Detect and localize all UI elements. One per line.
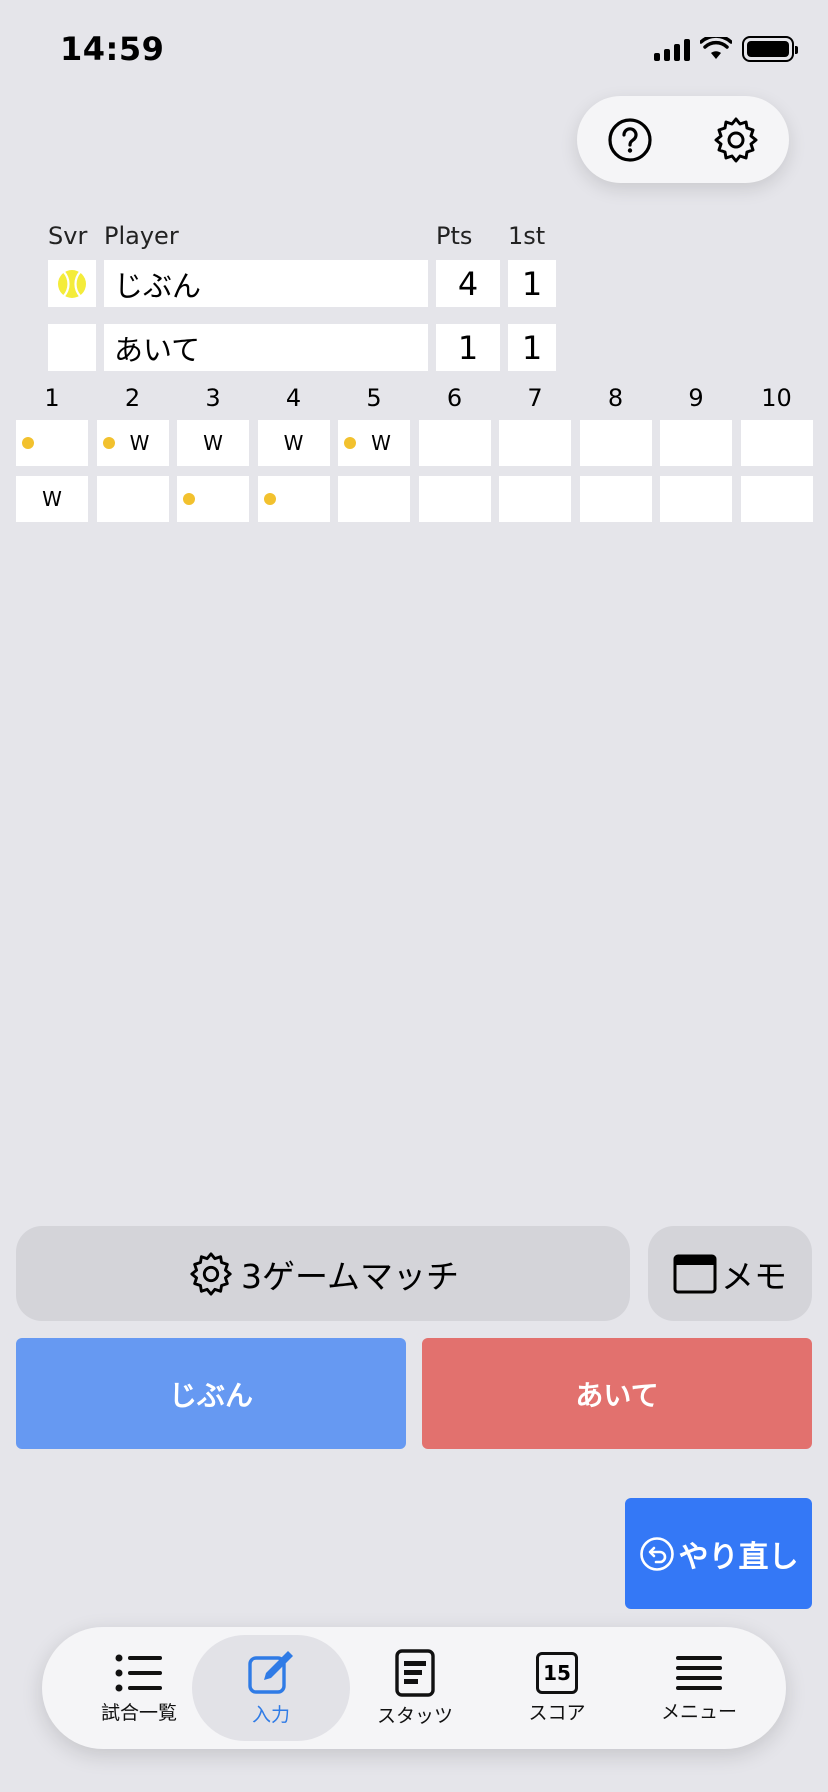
game-cell[interactable] — [418, 420, 491, 466]
settings-button[interactable] — [708, 112, 764, 168]
tab-score[interactable]: 15 スコア — [482, 1627, 632, 1749]
game-cell[interactable]: W — [16, 476, 88, 522]
game-cell[interactable]: W — [257, 420, 330, 466]
stats-doc-icon — [395, 1648, 435, 1697]
calendar-15-icon: 15 — [536, 1651, 578, 1694]
tab-menu[interactable]: メニュー — [624, 1627, 774, 1749]
game-cell[interactable] — [499, 476, 571, 522]
help-circle-icon — [608, 117, 652, 162]
game-column-number: 4 — [285, 384, 302, 412]
game-cell[interactable]: W — [338, 420, 410, 466]
game-column-number: 8 — [607, 384, 624, 412]
undo-label: やり直し — [678, 1539, 799, 1575]
tab-match-list-label: 試合一覧 — [100, 1701, 177, 1724]
window-icon — [673, 1254, 717, 1293]
help-button[interactable] — [602, 112, 658, 168]
header-server: Svr — [48, 222, 88, 250]
player2-points: 1 — [436, 324, 500, 371]
game-column-number: 10 — [761, 384, 792, 412]
server-indicator-player2 — [48, 324, 96, 371]
player1-points: 4 — [436, 260, 500, 307]
header-player: Player — [104, 222, 179, 250]
status-icons — [654, 36, 798, 62]
player2-point-button[interactable]: あいて — [422, 1338, 812, 1449]
tab-stats-label: スタッツ — [376, 1704, 453, 1727]
tab-score-label: スコア — [528, 1701, 586, 1724]
tab-menu-label: メニュー — [660, 1700, 737, 1723]
server-indicator-player1 — [48, 260, 96, 307]
game-win-mark: W — [203, 431, 223, 455]
player1-name[interactable]: じぶん — [104, 260, 428, 307]
serve-dot-icon — [263, 493, 276, 505]
game-column-number: 7 — [527, 384, 543, 412]
tennis-ball-icon — [58, 269, 86, 298]
game-cell[interactable] — [338, 476, 410, 522]
game-cell[interactable] — [177, 476, 249, 522]
memo-label: メモ — [721, 1256, 787, 1296]
game-cell[interactable] — [740, 420, 813, 466]
player2-set1: 1 — [508, 324, 556, 371]
tab-input-label: 入力 — [251, 1703, 290, 1726]
game-column-number: 2 — [124, 384, 141, 412]
tab-match-list[interactable]: 試合一覧 — [64, 1627, 214, 1749]
game-win-mark: W — [371, 431, 391, 455]
game-column-number: 1 — [44, 384, 60, 412]
game-column-number: 5 — [366, 384, 382, 412]
calendar-icon-text: 15 — [543, 1660, 571, 1685]
menu-icon — [676, 1655, 722, 1690]
gear-icon — [190, 1251, 232, 1296]
game-cell[interactable] — [96, 476, 169, 522]
game-column-number: 9 — [688, 384, 704, 412]
tab-bar: 試合一覧 入力 スタッツ 15 スコア メニュー — [42, 1627, 786, 1749]
game-cell[interactable] — [16, 420, 88, 466]
gear-icon — [714, 117, 758, 162]
header-set1: 1st — [508, 222, 546, 250]
undo-circle-icon — [639, 1536, 674, 1571]
game-cell[interactable] — [740, 476, 813, 522]
game-cell[interactable] — [660, 476, 732, 522]
list-icon — [115, 1654, 162, 1691]
player1-point-button[interactable]: じぶん — [16, 1338, 406, 1449]
header-points: Pts — [436, 222, 473, 250]
undo-button[interactable]: やり直し — [625, 1498, 812, 1609]
game-column-number: 3 — [205, 384, 221, 412]
signal-icon — [654, 37, 690, 61]
game-win-mark: W — [283, 431, 304, 455]
serve-dot-icon — [183, 493, 195, 505]
tab-stats[interactable]: スタッツ — [340, 1627, 490, 1749]
game-cell[interactable] — [660, 420, 732, 466]
game-win-mark: W — [42, 487, 62, 511]
memo-button[interactable]: メモ — [648, 1226, 812, 1321]
game-cell[interactable] — [257, 476, 330, 522]
game-win-mark: W — [129, 431, 150, 455]
tab-input[interactable]: 入力 — [196, 1627, 346, 1749]
match-settings-label: 3ゲームマッチ — [240, 1256, 459, 1296]
status-time: 14:59 — [60, 30, 165, 68]
game-cell[interactable]: W — [96, 420, 169, 466]
game-cell[interactable] — [579, 420, 652, 466]
game-cell[interactable] — [499, 420, 571, 466]
game-column-number: 6 — [446, 384, 463, 412]
match-settings-button[interactable]: 3ゲームマッチ — [16, 1226, 630, 1321]
edit-icon — [248, 1650, 293, 1694]
player2-name[interactable]: あいて — [104, 324, 428, 371]
wifi-icon — [700, 37, 732, 59]
battery-icon — [742, 36, 798, 62]
game-cell[interactable]: W — [177, 420, 249, 466]
game-cell[interactable] — [418, 476, 491, 522]
game-cell[interactable] — [579, 476, 652, 522]
player1-set1: 1 — [508, 260, 556, 307]
serve-dot-icon — [22, 437, 34, 449]
top-action-pill — [577, 96, 789, 183]
